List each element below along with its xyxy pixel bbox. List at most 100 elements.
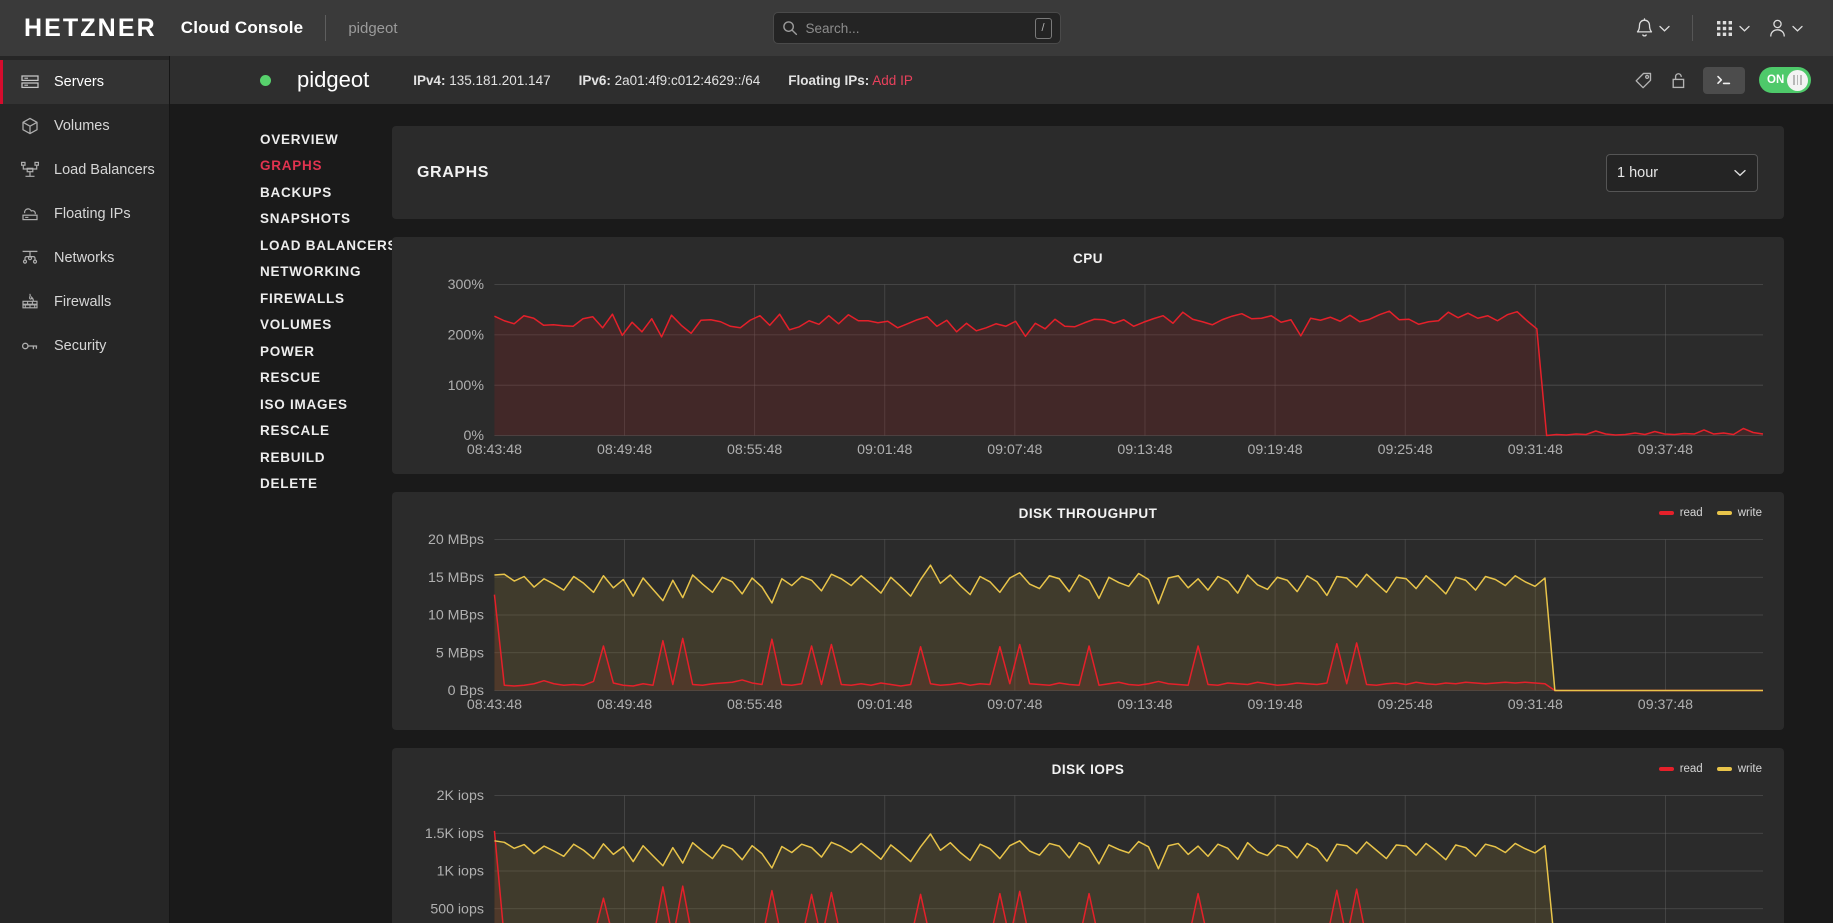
sidebar-item-networks[interactable]: Networks	[0, 236, 169, 280]
console-title: Cloud Console	[180, 18, 304, 37]
search-input[interactable]	[797, 20, 1035, 36]
cpu-chart[interactable]: 0% 100% 200% 300% 08:43:48 08:49:48 08:55:48 09…	[392, 274, 1784, 464]
subnav-label: FIREWALLS	[260, 290, 345, 306]
server-actions: ON	[1633, 66, 1811, 94]
svg-text:09:25:48: 09:25:48	[1378, 697, 1433, 713]
subnav-item-graphs[interactable]: GRAPHS	[260, 153, 370, 180]
svg-text:09:13:48: 09:13:48	[1117, 442, 1172, 458]
subnav-label: OVERVIEW	[260, 131, 339, 147]
subnav-item-rescue[interactable]: RESCUE	[260, 365, 370, 392]
subnav-item-snapshots[interactable]: SNAPSHOTS	[260, 206, 370, 233]
svg-text:08:43:48: 08:43:48	[467, 697, 522, 713]
server-header-bar: pidgeot IPv4: 135.181.201.147 IPv6: 2a01…	[170, 56, 1833, 104]
subnav-item-power[interactable]: POWER	[260, 338, 370, 365]
cpu-chart-panel: CPU 0% 100% 200% 300% 08:43:48 08:49:48 08:55:…	[392, 237, 1784, 475]
svg-text:09:25:48: 09:25:48	[1378, 442, 1433, 458]
chart-title: DISK IOPS	[1051, 761, 1125, 777]
graph-panels: GRAPHS 1 hour CPU 0% 100% 200% 300% 08:43:48…	[370, 126, 1833, 923]
sidebar-item-label: Load Balancers	[54, 162, 155, 178]
svg-text:09:07:48: 09:07:48	[987, 442, 1042, 458]
subnav-label: ISO IMAGES	[260, 396, 348, 412]
subnav-label: RESCUE	[260, 370, 321, 386]
svg-text:5 MBps: 5 MBps	[436, 646, 484, 662]
svg-text:08:43:48: 08:43:48	[467, 442, 522, 458]
sidebar-item-security[interactable]: Security	[0, 324, 169, 368]
svg-text:2K iops: 2K iops	[437, 788, 484, 804]
sidebar-item-floating-ips[interactable]: Floating IPs	[0, 192, 169, 236]
legend-item-write[interactable]: write	[1716, 762, 1762, 775]
svg-text:15 MBps: 15 MBps	[428, 570, 484, 586]
sidebar-item-label: Firewalls	[54, 294, 112, 310]
time-range-value: 1 hour	[1617, 164, 1659, 181]
svg-text:09:37:48: 09:37:48	[1638, 697, 1693, 713]
account-menu-button[interactable]	[1760, 12, 1811, 44]
brand-area: HETZNER Cloud Console pidgeot	[0, 14, 398, 43]
legend-item-read[interactable]: read	[1658, 507, 1703, 519]
unlock-icon[interactable]	[1668, 70, 1689, 91]
subnav-item-volumes[interactable]: VOLUMES	[260, 312, 370, 339]
subnav-item-backups[interactable]: BACKUPS	[260, 179, 370, 206]
search-box[interactable]: /	[772, 12, 1061, 44]
terminal-icon	[1716, 75, 1730, 85]
search-icon	[782, 21, 797, 36]
subnav-label: RESCALE	[260, 423, 330, 439]
svg-text:08:55:48: 08:55:48	[727, 442, 782, 458]
toggle-knob	[1787, 69, 1808, 91]
subnav-item-rebuild[interactable]: REBUILD	[260, 444, 370, 471]
legend-item-write[interactable]: write	[1716, 507, 1762, 520]
hetzner-logo: HETZNER	[24, 13, 157, 42]
disk-throughput-chart[interactable]: 0 Bps 5 MBps 10 MBps 15 MBps 20 MBps 08:43:48…	[392, 529, 1784, 719]
svg-text:08:49:48: 08:49:48	[597, 697, 652, 713]
time-range-select[interactable]: 1 hour	[1606, 153, 1758, 192]
main-sidebar: Servers Volumes Load Balancers Floating …	[0, 56, 170, 923]
subnav-item-load-balancers[interactable]: LOAD BALANCERS	[260, 232, 396, 259]
subnav-label: DELETE	[260, 476, 318, 492]
apps-menu-button[interactable]	[1707, 13, 1758, 44]
search-shortcut-key: /	[1034, 17, 1052, 39]
graphs-header-panel: GRAPHS 1 hour	[392, 126, 1784, 219]
svg-text:100%: 100%	[448, 378, 485, 394]
power-toggle[interactable]: ON	[1759, 67, 1811, 93]
svg-text:09:37:48: 09:37:48	[1638, 442, 1693, 458]
legend-label: write	[1737, 762, 1762, 775]
floating-ip-icon	[22, 208, 38, 221]
console-button[interactable]	[1703, 66, 1745, 94]
tag-icon[interactable]	[1633, 70, 1654, 91]
legend-swatch-write	[1716, 511, 1732, 516]
chevron-down-icon	[1792, 25, 1803, 32]
top-bar: HETZNER Cloud Console pidgeot /	[0, 0, 1833, 56]
notifications-button[interactable]	[1627, 12, 1678, 45]
add-ip-link[interactable]: Add IP	[872, 73, 913, 88]
legend-swatch-read	[1658, 766, 1674, 771]
subnav-item-delete[interactable]: DELETE	[260, 471, 370, 498]
svg-text:09:31:48: 09:31:48	[1508, 442, 1563, 458]
subnav-label: BACKUPS	[260, 184, 333, 200]
ipv6-value: 2a01:4f9:c012:4629::/64	[614, 72, 761, 88]
disk-throughput-chart-panel: DISK THROUGHPUT read write 0 Bps 5 MBps 10…	[392, 492, 1784, 730]
server-name: pidgeot	[297, 67, 370, 92]
sidebar-item-firewalls[interactable]: Firewalls	[0, 280, 169, 324]
subnav-item-networking[interactable]: NETWORKING	[260, 259, 370, 286]
subnav-label: POWER	[260, 343, 315, 359]
chevron-down-icon	[1659, 25, 1670, 32]
svg-text:08:49:48: 08:49:48	[597, 442, 652, 458]
sidebar-item-label: Floating IPs	[54, 206, 131, 222]
sidebar-item-label: Networks	[54, 250, 115, 266]
ipv4-info: IPv4: 135.181.201.147	[413, 73, 550, 88]
disk-iops-chart[interactable]: 0 iops500 iops1K iops1.5K iops2K iops08:…	[392, 785, 1784, 923]
legend-label: write	[1737, 507, 1762, 520]
firewall-icon	[22, 293, 38, 309]
subnav-item-firewalls[interactable]: FIREWALLS	[260, 285, 370, 312]
svg-text:09:19:48: 09:19:48	[1247, 697, 1302, 713]
subnav-item-iso-images[interactable]: ISO IMAGES	[260, 391, 370, 418]
subnav-item-rescale[interactable]: RESCALE	[260, 418, 370, 445]
svg-text:09:01:48: 09:01:48	[857, 442, 912, 458]
breadcrumb-project[interactable]: pidgeot	[348, 20, 397, 37]
sidebar-item-volumes[interactable]: Volumes	[0, 104, 169, 148]
chart-legend: read write	[1658, 762, 1762, 775]
sidebar-item-servers[interactable]: Servers	[0, 60, 169, 104]
sidebar-item-load-balancers[interactable]: Load Balancers	[0, 148, 169, 192]
chevron-down-icon	[1734, 169, 1746, 176]
subnav-item-overview[interactable]: OVERVIEW	[260, 126, 370, 153]
legend-item-read[interactable]: read	[1658, 763, 1703, 775]
